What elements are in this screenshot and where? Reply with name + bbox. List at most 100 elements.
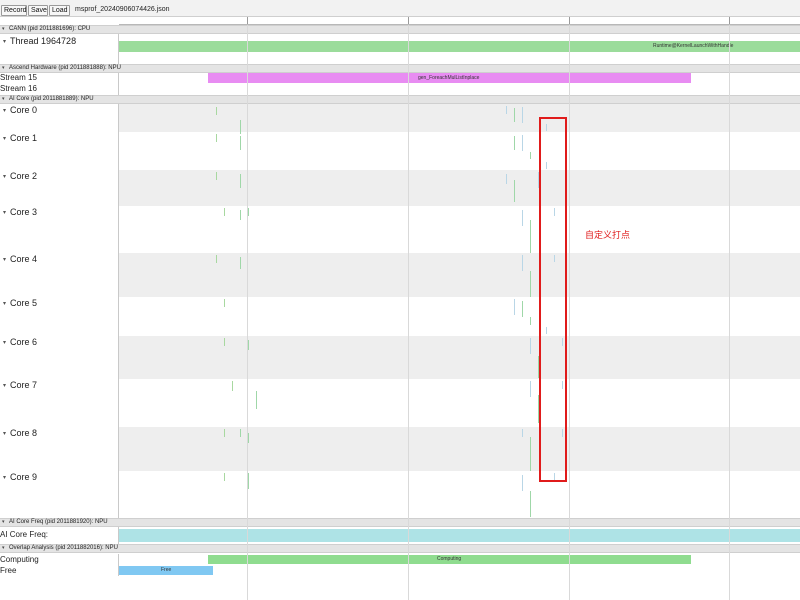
track-label-core-7[interactable]: ▾ Core 7 bbox=[0, 380, 37, 390]
kernel-slice[interactable] bbox=[530, 338, 531, 354]
track-label-text: Thread 1964728 bbox=[10, 36, 77, 46]
chevron-down-icon: ▾ bbox=[3, 39, 7, 45]
kernel-slice[interactable] bbox=[224, 208, 225, 216]
grid-line bbox=[408, 25, 409, 600]
kernel-slice[interactable] bbox=[522, 475, 523, 491]
kernel-slice[interactable] bbox=[522, 210, 523, 226]
kernel-slice[interactable] bbox=[514, 136, 515, 150]
load-button[interactable]: Load bbox=[49, 5, 70, 16]
kernel-slice[interactable] bbox=[240, 210, 241, 220]
save-button[interactable]: Save bbox=[28, 5, 48, 16]
section-header-cann[interactable]: ▾ CANN (pid 2011881696): CPU bbox=[0, 25, 800, 34]
track-label-stream-16[interactable]: Stream 16 bbox=[0, 84, 37, 93]
track-label-core-2[interactable]: ▾ Core 2 bbox=[0, 171, 37, 181]
track-label-free[interactable]: Free bbox=[0, 566, 16, 575]
annotation-label: 自定义打点 bbox=[585, 230, 631, 240]
section-label: AI Core Freq (pid 2011881920): NPU bbox=[9, 519, 108, 525]
kernel-slice[interactable] bbox=[248, 473, 249, 489]
kernel-slice[interactable] bbox=[216, 107, 217, 115]
kernel-slice[interactable] bbox=[530, 317, 531, 325]
slice-free[interactable]: Free bbox=[119, 566, 213, 575]
section-header-ai-core-freq[interactable]: ▾ AI Core Freq (pid 2011881920): NPU bbox=[0, 518, 800, 527]
grid-line bbox=[729, 25, 730, 600]
kernel-slice[interactable] bbox=[240, 136, 241, 150]
chevron-down-icon: ▾ bbox=[3, 340, 7, 346]
chevron-down-icon: ▾ bbox=[2, 96, 5, 102]
time-ruler[interactable] bbox=[119, 17, 800, 25]
kernel-slice[interactable] bbox=[522, 301, 523, 317]
kernel-slice[interactable] bbox=[522, 135, 523, 151]
slice-foreach-mul[interactable]: gen_ForeachMulListInplace bbox=[208, 73, 691, 83]
kernel-slice[interactable] bbox=[522, 107, 523, 123]
kernel-slice[interactable] bbox=[216, 172, 217, 180]
grid-line bbox=[247, 25, 248, 600]
kernel-slice[interactable] bbox=[248, 433, 249, 443]
track-label-core-5[interactable]: ▾ Core 5 bbox=[0, 298, 37, 308]
kernel-slice[interactable] bbox=[514, 299, 515, 315]
kernel-slice[interactable] bbox=[530, 271, 531, 297]
track-core-7: ▾ Core 7 bbox=[0, 379, 800, 427]
kernel-slice[interactable] bbox=[522, 255, 523, 271]
track-label-text: Core 8 bbox=[10, 428, 38, 438]
kernel-slice[interactable] bbox=[514, 180, 515, 202]
track-label-text: Core 6 bbox=[10, 337, 38, 347]
kernel-slice[interactable] bbox=[248, 208, 249, 216]
kernel-slice[interactable] bbox=[240, 429, 241, 437]
track-label-core-9[interactable]: ▾ Core 9 bbox=[0, 472, 37, 482]
ruler-tick bbox=[729, 17, 730, 24]
record-button[interactable]: Record bbox=[1, 5, 27, 16]
kernel-slice[interactable] bbox=[506, 174, 507, 184]
track-label-core-4[interactable]: ▾ Core 4 bbox=[0, 254, 37, 264]
kernel-slice[interactable] bbox=[530, 491, 531, 517]
slice-computing[interactable]: Computing bbox=[208, 555, 691, 564]
track-label-text: Core 1 bbox=[10, 133, 38, 143]
track-core-0: ▾ Core 0 bbox=[0, 104, 800, 134]
track-label-col bbox=[0, 565, 119, 576]
kernel-slice[interactable] bbox=[224, 299, 225, 307]
section-label: Ascend Hardware (pid 2011881888): NPU bbox=[9, 65, 121, 71]
kernel-slice[interactable] bbox=[216, 134, 217, 142]
track-label-text: Core 5 bbox=[10, 298, 38, 308]
track-label-freq[interactable]: AI Core Freq: bbox=[0, 530, 48, 539]
track-label-core-8[interactable]: ▾ Core 8 bbox=[0, 428, 37, 438]
chevron-down-icon: ▾ bbox=[3, 174, 7, 180]
track-label-core-6[interactable]: ▾ Core 6 bbox=[0, 337, 37, 347]
kernel-slice[interactable] bbox=[256, 391, 257, 409]
kernel-slice[interactable] bbox=[530, 152, 531, 159]
annotation-box bbox=[539, 117, 567, 482]
kernel-slice[interactable] bbox=[248, 340, 249, 350]
track-label-stream-15[interactable]: Stream 15 bbox=[0, 73, 37, 82]
ruler-tick bbox=[408, 17, 409, 24]
section-label: AI Core (pid 2011881889): NPU bbox=[9, 96, 94, 102]
track-label-core-0[interactable]: ▾ Core 0 bbox=[0, 105, 37, 115]
track-label-text: Core 2 bbox=[10, 171, 38, 181]
kernel-slice[interactable] bbox=[530, 437, 531, 471]
kernel-slice[interactable] bbox=[224, 473, 225, 481]
kernel-slice[interactable] bbox=[514, 108, 515, 122]
track-label-text: Core 0 bbox=[10, 105, 38, 115]
kernel-slice[interactable] bbox=[530, 381, 531, 397]
track-label-core-1[interactable]: ▾ Core 1 bbox=[0, 133, 37, 143]
section-header-ascend-hardware[interactable]: ▾ Ascend Hardware (pid 2011881888): NPU bbox=[0, 64, 800, 73]
track-label-core-3[interactable]: ▾ Core 3 bbox=[0, 207, 37, 217]
kernel-slice[interactable] bbox=[240, 174, 241, 188]
section-header-ai-core[interactable]: ▾ AI Core (pid 2011881889): NPU bbox=[0, 95, 800, 104]
section-header-overlap-analysis[interactable]: ▾ Overlap Analysis (pid 2011882016): NPU bbox=[0, 544, 800, 553]
kernel-slice[interactable] bbox=[224, 338, 225, 346]
slice-runtime-kernel-launch[interactable]: Runtime@KernelLaunchWithHandle bbox=[119, 41, 800, 52]
section-label: CANN (pid 2011881696): CPU bbox=[9, 26, 91, 32]
slice-freq-bar[interactable] bbox=[119, 529, 800, 542]
track-free: Free Free bbox=[0, 565, 800, 576]
kernel-slice[interactable] bbox=[522, 429, 523, 437]
kernel-slice[interactable] bbox=[216, 255, 217, 263]
toolbar: Record Save Load msprof_20240906074426.j… bbox=[0, 0, 800, 17]
kernel-slice[interactable] bbox=[240, 257, 241, 269]
kernel-slice[interactable] bbox=[506, 106, 507, 114]
track-label-text: Core 4 bbox=[10, 254, 38, 264]
kernel-slice[interactable] bbox=[232, 381, 233, 391]
kernel-slice[interactable] bbox=[224, 429, 225, 437]
track-label-thread[interactable]: ▾ Thread 1964728 bbox=[0, 36, 76, 46]
track-core-2: ▾ Core 2 bbox=[0, 170, 800, 206]
track-ai-core-freq: AI Core Freq: bbox=[0, 527, 800, 544]
track-label-computing[interactable]: Computing bbox=[0, 555, 39, 564]
